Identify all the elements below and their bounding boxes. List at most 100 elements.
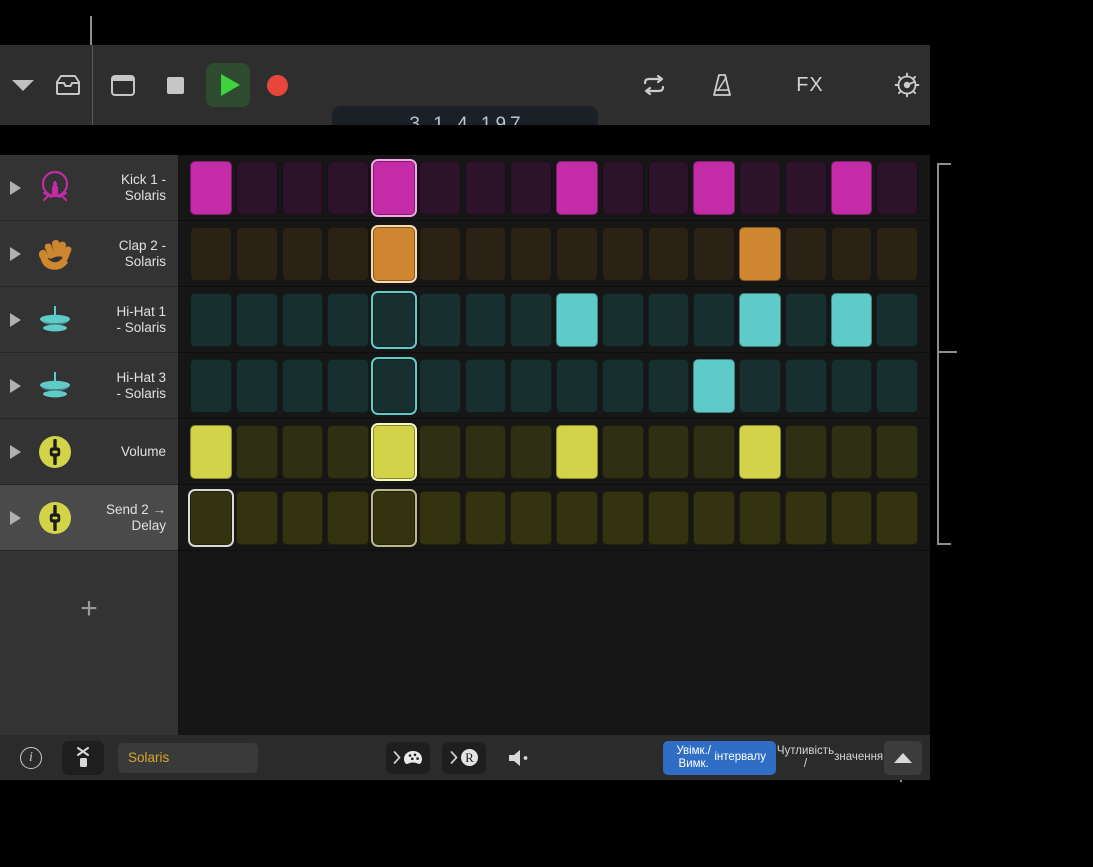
step-cell[interactable] [418, 292, 461, 347]
track-row[interactable]: Send 2 → Delay [0, 485, 178, 551]
mute-step-button[interactable] [62, 740, 104, 775]
step-cell[interactable] [876, 358, 918, 413]
add-track-button[interactable]: + [0, 551, 178, 735]
rotate-button[interactable]: R [442, 741, 486, 774]
step-cell[interactable] [693, 424, 735, 479]
settings-button[interactable] [864, 45, 950, 125]
step-cell[interactable] [693, 226, 735, 281]
sensitivity-value-button[interactable]: Чутливість / значення [776, 741, 884, 775]
step-cell[interactable] [693, 160, 735, 215]
step-cell[interactable] [418, 226, 461, 281]
step-cell[interactable] [830, 358, 873, 413]
step-cell[interactable] [830, 292, 873, 347]
speaker-button[interactable] [498, 742, 542, 774]
step-cell[interactable] [281, 424, 324, 479]
step-cell[interactable] [830, 490, 873, 545]
step-cell[interactable] [784, 424, 827, 479]
track-play-button[interactable] [0, 444, 30, 459]
step-cell[interactable] [739, 292, 781, 347]
info-button[interactable]: i [0, 746, 62, 769]
step-cell[interactable] [784, 226, 827, 281]
record-button[interactable] [250, 45, 304, 125]
step-cell[interactable] [281, 226, 324, 281]
step-cell[interactable] [601, 424, 644, 479]
step-cell[interactable] [739, 226, 781, 281]
view-toggle-button[interactable] [98, 45, 148, 125]
step-cell[interactable] [464, 490, 507, 545]
track-play-button[interactable] [0, 180, 30, 195]
step-cell[interactable] [418, 160, 461, 215]
step-cell[interactable] [327, 358, 369, 413]
step-cell[interactable] [418, 358, 461, 413]
randomize-button[interactable] [386, 741, 430, 774]
step-cell[interactable] [739, 160, 781, 215]
step-cell[interactable] [235, 490, 278, 545]
step-cell[interactable] [784, 160, 827, 215]
track-row[interactable]: Volume [0, 419, 178, 485]
step-cell[interactable] [510, 160, 552, 215]
step-cell[interactable] [556, 358, 598, 413]
step-cell[interactable] [373, 292, 415, 347]
metronome-button[interactable] [688, 45, 756, 125]
step-cell[interactable] [464, 358, 507, 413]
step-cell[interactable] [784, 358, 827, 413]
step-cell[interactable] [327, 424, 369, 479]
step-cell[interactable] [464, 160, 507, 215]
step-cell[interactable] [235, 226, 278, 281]
track-row[interactable]: Hi-Hat 1- Solaris [0, 287, 178, 353]
track-row[interactable]: Clap 2 - Solaris [0, 221, 178, 287]
step-cell[interactable] [327, 490, 369, 545]
step-cell[interactable] [784, 292, 827, 347]
fx-button[interactable]: FX [756, 45, 864, 125]
step-cell[interactable] [876, 226, 918, 281]
step-cell[interactable] [510, 424, 552, 479]
step-cell[interactable] [739, 424, 781, 479]
step-cell[interactable] [739, 358, 781, 413]
step-cell[interactable] [876, 160, 918, 215]
step-cell[interactable] [556, 292, 598, 347]
track-play-button[interactable] [0, 510, 30, 525]
step-cell[interactable] [601, 226, 644, 281]
step-cell[interactable] [647, 424, 690, 479]
step-cell[interactable] [281, 292, 324, 347]
step-cell[interactable] [190, 292, 232, 347]
track-play-button[interactable] [0, 312, 30, 327]
track-play-button[interactable] [0, 378, 30, 393]
step-cell[interactable] [601, 490, 644, 545]
step-cell[interactable] [510, 490, 552, 545]
step-cell[interactable] [647, 226, 690, 281]
step-cell[interactable] [876, 490, 918, 545]
step-cell[interactable] [418, 424, 461, 479]
step-cell[interactable] [510, 292, 552, 347]
collapse-panel-button[interactable] [884, 740, 922, 775]
play-button[interactable] [206, 63, 250, 107]
track-row[interactable]: Hi-Hat 3- Solaris [0, 353, 178, 419]
step-cell[interactable] [373, 424, 415, 479]
step-cell[interactable] [190, 424, 232, 479]
step-cell[interactable] [281, 358, 324, 413]
step-cell[interactable] [510, 358, 552, 413]
step-cell[interactable] [464, 424, 507, 479]
step-cell[interactable] [373, 160, 415, 215]
step-cell[interactable] [647, 490, 690, 545]
step-cell[interactable] [190, 160, 232, 215]
step-cell[interactable] [601, 292, 644, 347]
step-cell[interactable] [327, 226, 369, 281]
step-cell[interactable] [190, 490, 232, 545]
step-cell[interactable] [327, 160, 369, 215]
step-cell[interactable] [235, 292, 278, 347]
step-cell[interactable] [373, 358, 415, 413]
step-cell[interactable] [327, 292, 369, 347]
track-row[interactable]: Kick 1 - Solaris [0, 155, 178, 221]
step-cell[interactable] [876, 424, 918, 479]
step-cell[interactable] [556, 424, 598, 479]
step-cell[interactable] [830, 226, 873, 281]
step-cell[interactable] [784, 490, 827, 545]
toggle-interval-button[interactable]: Увімк./Вимк. інтервалу [663, 740, 776, 775]
step-cell[interactable] [647, 160, 690, 215]
step-cell[interactable] [510, 226, 552, 281]
step-cell[interactable] [418, 490, 461, 545]
browser-button[interactable] [46, 45, 90, 125]
step-cell[interactable] [647, 358, 690, 413]
cycle-loop-button[interactable] [620, 45, 688, 125]
